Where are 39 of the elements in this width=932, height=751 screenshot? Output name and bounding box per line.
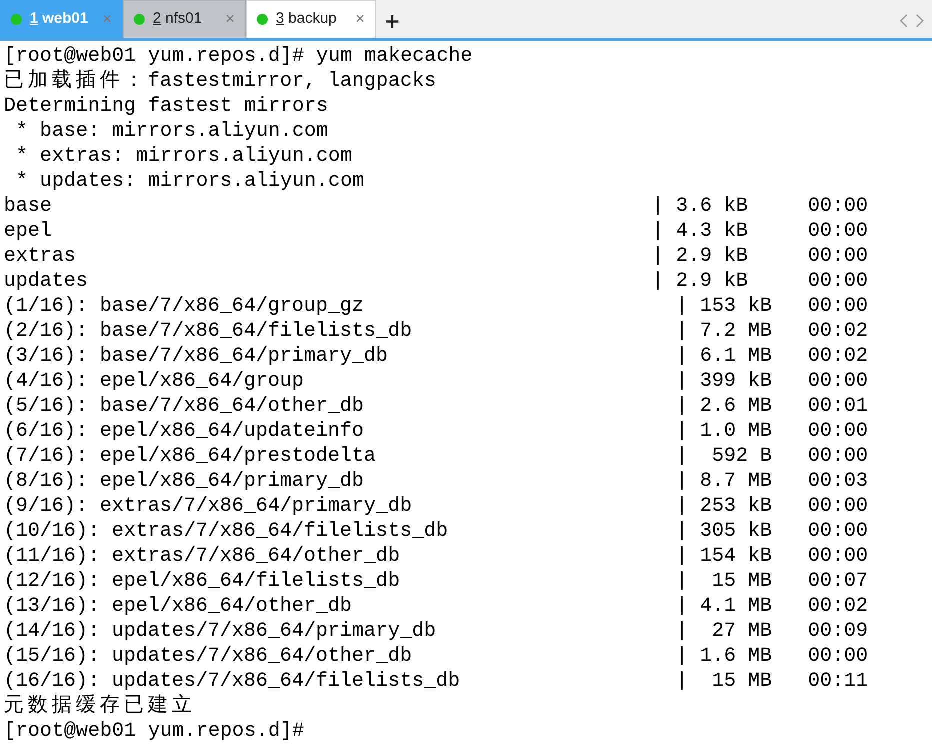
terminal-line: 元数据缓存已建立 xyxy=(4,694,193,719)
download-line: (13/16): epel/x86_64/other_db | 4.1 MB 00:02 xyxy=(4,594,868,619)
tab-label: 3 backup xyxy=(276,9,337,30)
download-line: (5/16): base/7/x86_64/other_db | 2.6 MB 00:01 xyxy=(4,394,868,419)
download-line: (4/16): epel/x86_64/group | 399 kB 00:00 xyxy=(4,369,868,394)
terminal-line: * base: mirrors.aliyun.com xyxy=(15,119,328,144)
download-line: (8/16): epel/x86_64/primary_db | 8.7 MB 00:03 xyxy=(4,469,868,494)
download-line: (2/16): base/7/x86_64/filelists_db | 7.2 MB 00:02 xyxy=(4,319,868,344)
terminal-line: 已加载插件：fastestmirror, langpacks xyxy=(4,69,436,94)
terminal-line: * updates: mirrors.aliyun.com xyxy=(15,169,364,194)
new-tab-button[interactable]: + xyxy=(376,6,409,36)
close-tab-button[interactable]: × xyxy=(356,8,365,32)
terminal-tab[interactable]: 3 backup × xyxy=(246,0,376,38)
download-line: base | 3.6 kB 00:00 xyxy=(4,194,868,219)
download-line: epel | 4.3 kB 00:00 xyxy=(4,219,868,244)
download-line: (3/16): base/7/x86_64/primary_db | 6.1 MB 00:02 xyxy=(4,344,868,369)
download-line: (16/16): updates/7/x86_64/filelists_db | 15 MB 00:11 xyxy=(4,669,868,694)
download-line: (9/16): extras/7/x86_64/primary_db | 253 kB 00:00 xyxy=(4,494,868,519)
download-line: (1/16): base/7/x86_64/group_gz | 153 kB 00:00 xyxy=(4,294,868,319)
terminal-line: [root@web01 yum.repos.d]# xyxy=(4,719,304,744)
download-line: (15/16): updates/7/x86_64/other_db | 1.6 MB 00:00 xyxy=(4,644,868,669)
tab-label: 1 web01 xyxy=(30,9,88,30)
download-line: (11/16): extras/7/x86_64/other_db | 154 kB 00:00 xyxy=(4,544,868,569)
download-line: (6/16): epel/x86_64/updateinfo | 1.0 MB 00:00 xyxy=(4,419,868,444)
terminal-tab[interactable]: 1 web01 × xyxy=(0,0,123,38)
download-line: (12/16): epel/x86_64/filelists_db | 15 MB 00:07 xyxy=(4,569,868,594)
download-line: extras | 2.9 kB 00:00 xyxy=(4,244,868,269)
terminal-tab[interactable]: 2 nfs01 × xyxy=(123,0,246,38)
terminal-line: [root@web01 yum.repos.d]# yum makecache xyxy=(4,44,473,69)
close-tab-button[interactable]: × xyxy=(226,8,235,32)
download-line: updates | 2.9 kB 00:00 xyxy=(4,269,868,294)
scroll-left-icon[interactable] xyxy=(900,14,908,28)
tab-label: 2 nfs01 xyxy=(153,9,202,30)
scroll-right-icon[interactable] xyxy=(916,14,924,28)
download-line: (14/16): updates/7/x86_64/primary_db | 27 MB 00:09 xyxy=(4,619,868,644)
download-line: (7/16): epel/x86_64/prestodelta | 592 B 00:00 xyxy=(4,444,868,469)
terminal-line: * extras: mirrors.aliyun.com xyxy=(15,144,352,169)
download-line: (10/16): extras/7/x86_64/filelists_db | 305 kB 00:00 xyxy=(4,519,868,544)
terminal-line: Determining fastest mirrors xyxy=(4,94,328,119)
